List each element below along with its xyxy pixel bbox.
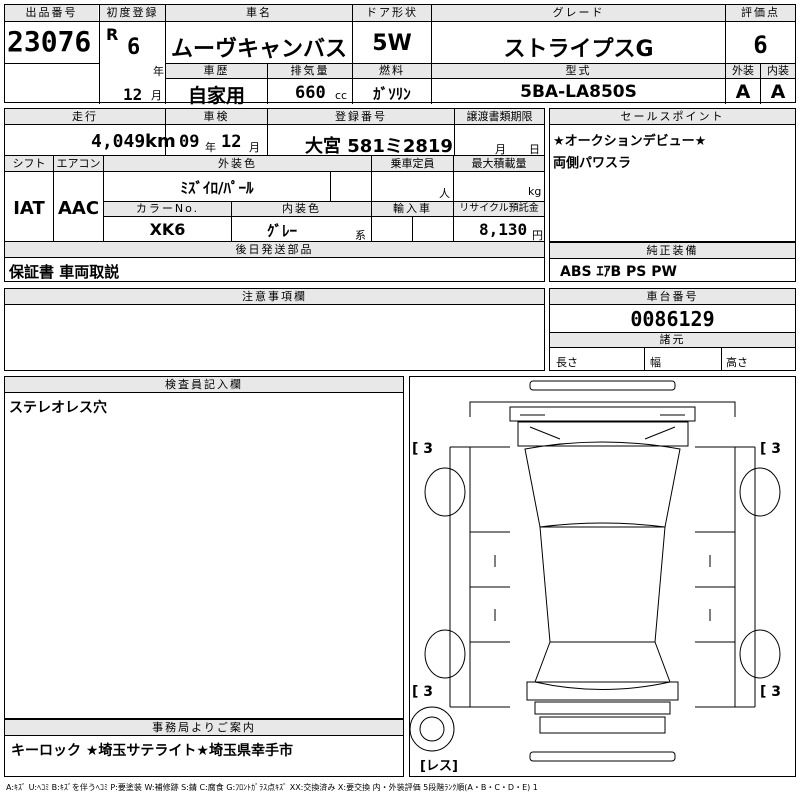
header-block: 出品番号 23076 初度登録 R 6 年 12 月 車名 ムーヴキャンバス ド… [4, 4, 796, 107]
inspector-note: ステレオレス穴 [9, 400, 107, 416]
history-label: 車歴 [166, 64, 267, 78]
exterior-label: 外装 [726, 64, 760, 78]
color-no: XK6 [149, 220, 186, 239]
model-code: 5BA-LA850S [520, 82, 637, 102]
ext-color-label: 外装色 [104, 156, 371, 171]
fuel: ｶﾞｿﾘﾝ [373, 85, 411, 103]
car-name-label: 車名 [166, 5, 352, 21]
inspector-label: 検査員記入欄 [5, 377, 403, 392]
int-color-label: 内装色 [232, 202, 371, 216]
office-block: 事務局よりご案内 キーロック ★埼玉サテライト★埼玉県幸手市 [4, 719, 404, 777]
history: 自家用 [187, 85, 245, 107]
lot-number: 23076 [7, 25, 92, 58]
grade: ストライプスG [503, 37, 654, 62]
sales-point-label: セールスポイント [550, 109, 795, 124]
lot-label: 出品番号 [5, 5, 98, 21]
model-label: 型式 [432, 64, 725, 78]
era: R [106, 25, 119, 44]
inspection-year-unit: 年 [205, 141, 216, 154]
car-diagram [410, 380, 781, 762]
displacement-label: 排気量 [268, 64, 352, 78]
equipment-label: 純正装備 [550, 243, 795, 258]
car-name: ムーヴキャンバス [170, 37, 347, 62]
chassis-block: 車台番号 0086129 諸元 長さ 幅 高さ [549, 288, 796, 371]
reg-year: 6 [127, 35, 141, 60]
mark-spare: [レス] [420, 759, 458, 774]
door-label: ドア形状 [353, 5, 431, 21]
month-unit: 月 [151, 89, 162, 102]
reg-month: 12 [123, 85, 143, 104]
spec-width: 幅 [650, 356, 661, 369]
spec-height: 高さ [726, 356, 748, 369]
fuel-label: 燃料 [353, 64, 431, 78]
year-unit: 年 [153, 65, 164, 78]
displacement-unit: cc [335, 89, 348, 102]
car-diagram-block: [ 3 [ 3 [ 3 [ 3 [レス] [409, 376, 796, 777]
inspector-block: 検査員記入欄 ステレオレス穴 [4, 376, 404, 719]
later-parts-label: 後日発送部品 [5, 242, 544, 257]
mark-bottom-left: [ 3 [412, 684, 434, 700]
office-note: キーロック ★埼玉サテライト★埼玉県幸手市 [11, 743, 293, 759]
mark-top-left: [ 3 [412, 441, 434, 457]
inspection-month-unit: 月 [249, 141, 260, 154]
equipment: ABS ｴｱB PS PW [560, 264, 677, 280]
mileage-label: 走行 [5, 109, 165, 124]
load-unit: kg [528, 185, 542, 198]
door-type: 5W [372, 31, 412, 56]
exterior-grade: A [735, 81, 751, 103]
sales-point-line1: ★オークションデビュー★ [553, 134, 707, 149]
aircon-label: エアコン [54, 156, 103, 171]
specs-label: 諸元 [550, 333, 795, 347]
notes-block: 注意事項欄 [4, 288, 545, 371]
aircon: AAC [57, 198, 100, 219]
mark-bottom-right: [ 3 [760, 684, 782, 700]
color-no-label: カラーNo. [104, 202, 231, 216]
interior-label: 内装 [761, 64, 795, 78]
shift-label: シフト [5, 156, 53, 171]
mileage-unit: km [145, 131, 176, 152]
inspection-label: 車検 [166, 109, 267, 124]
import-label: 輸入車 [372, 202, 453, 216]
shift: IAT [13, 198, 45, 219]
displacement: 660 [295, 83, 326, 103]
transfer-label: 譲渡書類期限 [455, 109, 544, 124]
ext-color: ﾐｽﾞｲﾛ/ﾊﾟｰﾙ [180, 179, 254, 197]
spec-length: 長さ [556, 356, 578, 369]
mileage: 4,049 [91, 131, 146, 152]
plate-label: 登録番号 [268, 109, 454, 124]
inspection-month: 12 [221, 132, 242, 152]
chassis-label: 車台番号 [550, 289, 795, 304]
capacity-label: 乗車定員 [372, 156, 453, 171]
chassis-number: 0086129 [630, 307, 715, 331]
int-color: ｸﾞﾚｰ [267, 222, 298, 240]
load-label: 最大積載量 [454, 156, 544, 171]
mark-top-right: [ 3 [760, 441, 782, 457]
recycle-label: リサイクル預託金 [454, 202, 544, 216]
recycle-fee: 8,130 [479, 220, 528, 239]
notes-label: 注意事項欄 [5, 289, 544, 304]
office-label: 事務局よりご案内 [5, 720, 403, 735]
interior-grade: A [770, 81, 786, 103]
sales-point-line2: 両側パワスラ [553, 156, 632, 171]
equipment-block: 純正装備 ABS ｴｱB PS PW [549, 242, 796, 282]
inspection-year: 09 [179, 132, 200, 152]
legend: A:ｷｽﾞ U:ﾍｺﾐ B:ｷｽﾞを伴うﾍｺﾐ P:要塗装 W:補修跡 S:錆 … [6, 783, 538, 792]
score-label: 評価点 [726, 5, 795, 21]
details-block: 走行 車検 登録番号 譲渡書類期限 4,049 km 09 年 12 月 大宮 … [4, 108, 545, 282]
sales-point-block: セールスポイント ★オークションデビュー★ 両側パワスラ [549, 108, 796, 242]
grade-label: グレード [432, 5, 725, 21]
capacity-unit: 人 [439, 187, 450, 200]
score: 6 [753, 31, 768, 59]
later-parts: 保証書 車両取説 [9, 263, 120, 281]
first-reg-label: 初度登録 [100, 5, 165, 21]
